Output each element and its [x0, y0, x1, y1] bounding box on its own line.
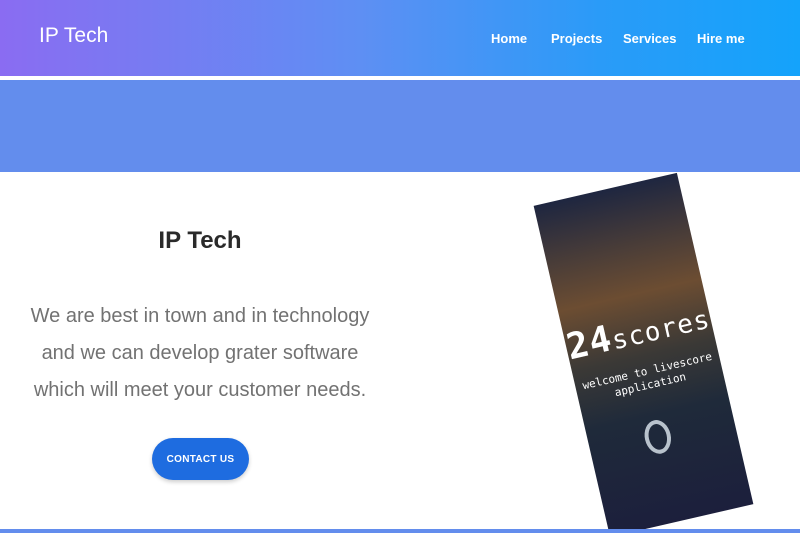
- hero-description-line-2: and we can develop grater software: [41, 342, 359, 364]
- nav-link-projects[interactable]: Projects: [551, 31, 602, 46]
- hero-description-line-3: which will meet your customer needs.: [33, 379, 367, 401]
- app-screenshot: 24scores welcome to livescore applicatio…: [533, 172, 754, 533]
- nav-link-services[interactable]: Services: [623, 31, 677, 46]
- nav-link-home[interactable]: Home: [491, 31, 527, 46]
- navbar: IP Tech Home Projects Services Hire me: [0, 0, 800, 76]
- header-band: [0, 80, 800, 172]
- app-logo-number: 24: [562, 318, 617, 369]
- app-logo-word: scores: [609, 304, 714, 357]
- hero-description-line-1: We are best in town and in technology: [30, 305, 370, 327]
- nav-link-hire-me[interactable]: Hire me: [697, 31, 745, 46]
- contact-us-button[interactable]: CONTACT US: [152, 438, 249, 480]
- hero-title: IP Tech: [158, 227, 242, 254]
- hero-description: We are best in town and in technology an…: [30, 298, 370, 409]
- loading-spinner-icon: [641, 417, 675, 457]
- nav-links: Home Projects Services Hire me: [0, 31, 800, 51]
- section-divider: [0, 529, 800, 533]
